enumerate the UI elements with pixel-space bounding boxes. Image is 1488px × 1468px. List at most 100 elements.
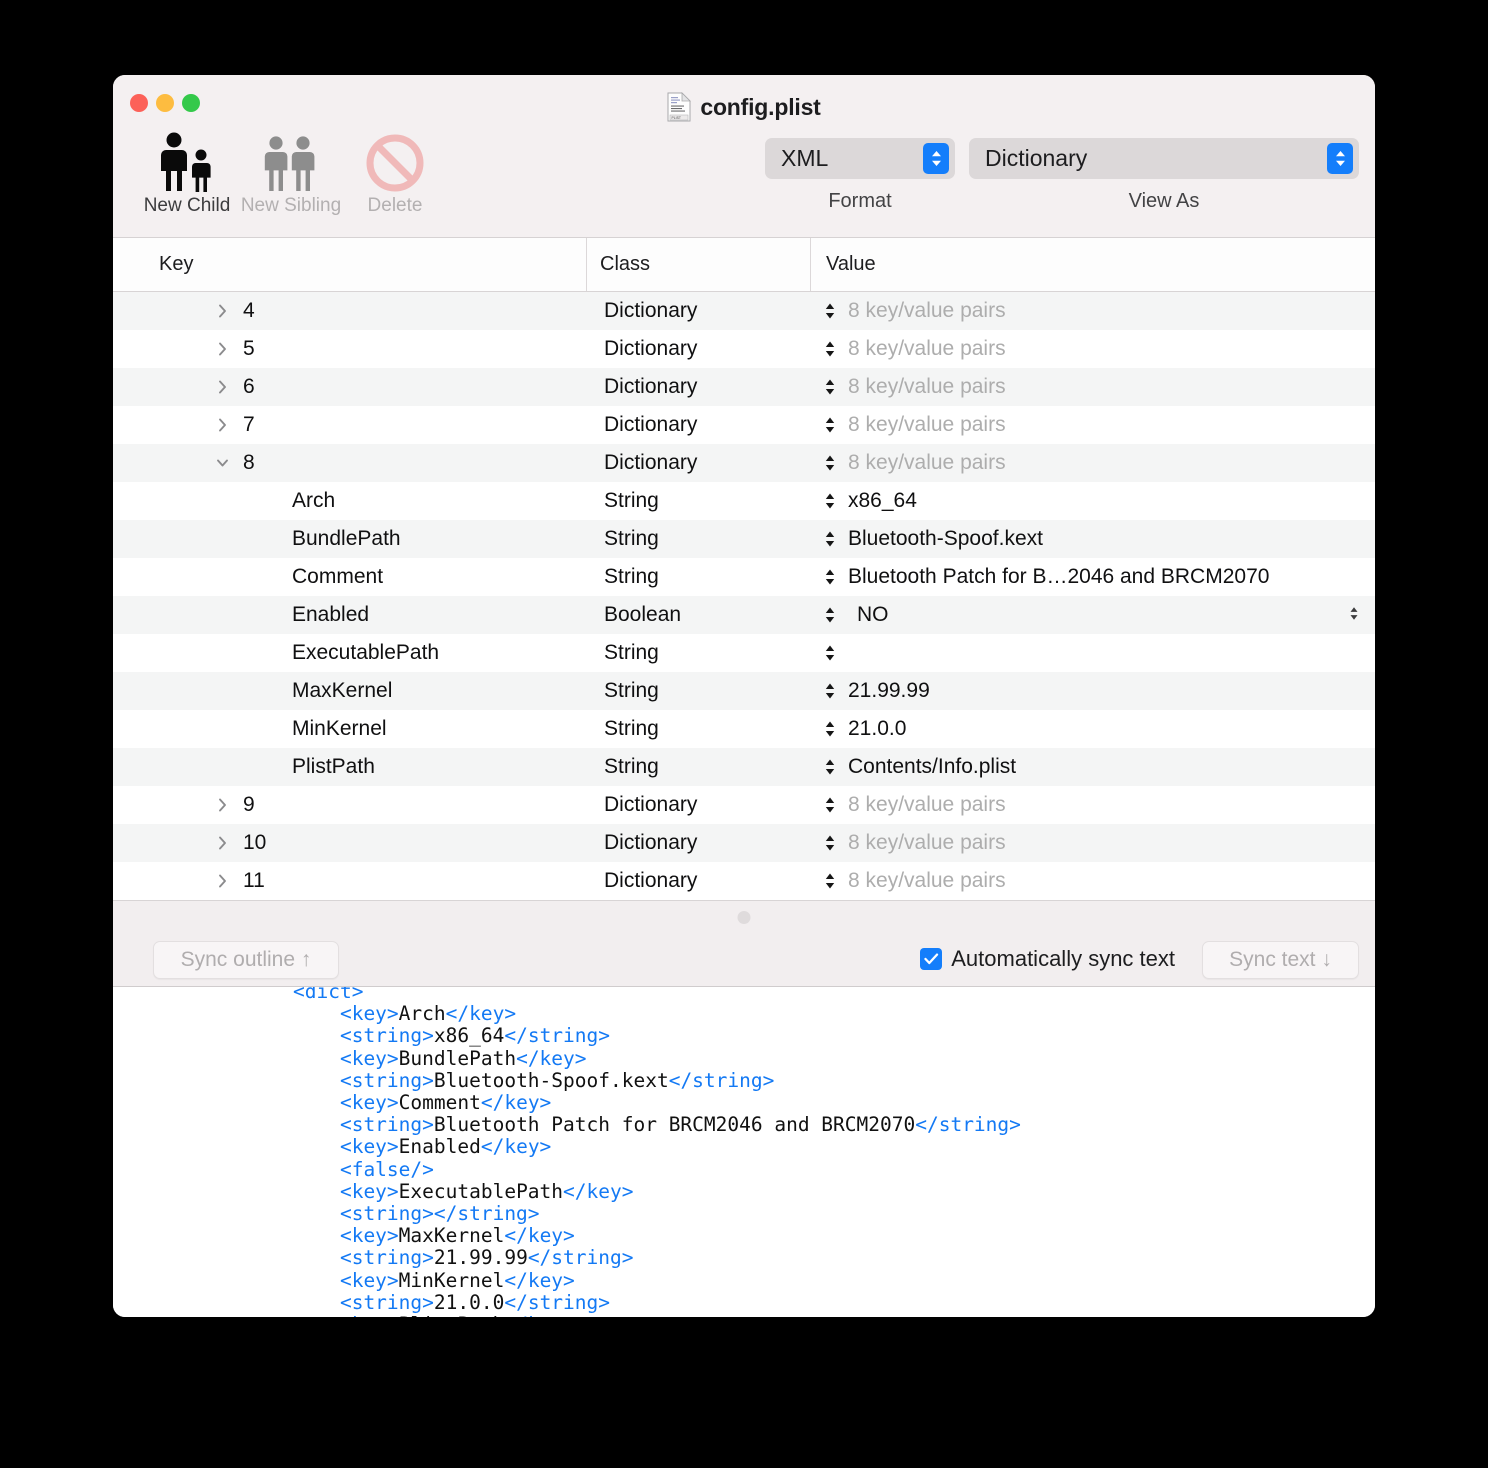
disclosure-chevron-right-icon[interactable] xyxy=(209,341,235,357)
table-row[interactable]: MaxKernel String 21.99.99 xyxy=(113,672,1375,710)
column-header-key[interactable]: Key xyxy=(113,238,586,291)
row-class-cell[interactable]: String xyxy=(586,717,810,741)
row-class-cell[interactable]: String xyxy=(586,527,810,551)
row-class-cell[interactable]: Dictionary xyxy=(586,413,810,437)
row-key-cell[interactable]: PlistPath xyxy=(113,755,586,779)
table-row[interactable]: Enabled Boolean NO xyxy=(113,596,1375,634)
close-button[interactable] xyxy=(130,94,148,112)
table-row[interactable]: Arch String x86_64 xyxy=(113,482,1375,520)
value-chevron-updown-icon[interactable] xyxy=(819,606,841,624)
disclosure-chevron-right-icon[interactable] xyxy=(209,303,235,319)
row-class-cell[interactable]: Dictionary xyxy=(586,337,810,361)
minimize-button[interactable] xyxy=(156,94,174,112)
value-chevron-updown-icon[interactable] xyxy=(819,644,841,662)
value-chevron-updown-icon[interactable] xyxy=(819,302,841,320)
table-row[interactable]: 9 Dictionary 8 key/value pairs xyxy=(113,786,1375,824)
row-value-cell[interactable]: 8 key/value pairs xyxy=(810,451,1375,475)
column-header-value[interactable]: Value xyxy=(810,238,1375,291)
table-row[interactable]: PlistPath String Contents/Info.plist xyxy=(113,748,1375,786)
row-class-cell[interactable]: Dictionary xyxy=(586,299,810,323)
table-row[interactable]: MinKernel String 21.0.0 xyxy=(113,710,1375,748)
row-key-cell[interactable]: 7 xyxy=(113,413,586,437)
row-class-cell[interactable]: String xyxy=(586,489,810,513)
value-chevron-updown-icon[interactable] xyxy=(819,796,841,814)
view-as-popup-button[interactable]: Dictionary xyxy=(969,138,1359,179)
row-key-cell[interactable]: Arch xyxy=(113,489,586,513)
row-value-cell[interactable]: 8 key/value pairs xyxy=(810,413,1375,437)
value-chevron-updown-icon[interactable] xyxy=(819,834,841,852)
row-class-cell[interactable]: String xyxy=(586,679,810,703)
format-chevron-updown-icon[interactable] xyxy=(923,143,949,174)
row-value-cell[interactable]: 21.0.0 xyxy=(810,717,1375,741)
row-value-cell[interactable]: 8 key/value pairs xyxy=(810,299,1375,323)
row-value-cell[interactable]: Bluetooth Patch for B…2046 and BRCM2070 xyxy=(810,565,1375,589)
row-key-cell[interactable]: 11 xyxy=(113,869,586,893)
table-row[interactable]: 4 Dictionary 8 key/value pairs xyxy=(113,292,1375,330)
value-chevron-updown-icon[interactable] xyxy=(819,682,841,700)
table-row[interactable]: BundlePath String Bluetooth-Spoof.kext xyxy=(113,520,1375,558)
table-row[interactable]: 5 Dictionary 8 key/value pairs xyxy=(113,330,1375,368)
row-key-cell[interactable]: 10 xyxy=(113,831,586,855)
disclosure-chevron-right-icon[interactable] xyxy=(209,873,235,889)
row-value-cell[interactable]: 8 key/value pairs xyxy=(810,869,1375,893)
row-class-cell[interactable]: Dictionary xyxy=(586,793,810,817)
split-view-resize-handle[interactable] xyxy=(737,911,751,924)
row-value-cell[interactable]: 8 key/value pairs xyxy=(810,831,1375,855)
value-chevron-updown-icon[interactable] xyxy=(819,340,841,358)
row-class-cell[interactable]: String xyxy=(586,641,810,665)
zoom-button[interactable] xyxy=(182,94,200,112)
new-child-button[interactable]: New Child xyxy=(135,130,239,217)
value-chevron-updown-icon[interactable] xyxy=(819,530,841,548)
sync-outline-button[interactable]: Sync outline ↑ xyxy=(153,941,339,979)
delete-button[interactable]: Delete xyxy=(343,130,447,217)
sync-text-button[interactable]: Sync text ↓ xyxy=(1202,941,1359,979)
boolean-popup-chevron-updown-icon[interactable] xyxy=(1349,603,1359,627)
table-row[interactable]: ExecutablePath String xyxy=(113,634,1375,672)
row-key-cell[interactable]: 5 xyxy=(113,337,586,361)
format-popup-button[interactable]: XML xyxy=(765,138,955,179)
row-value-cell[interactable]: Contents/Info.plist xyxy=(810,755,1375,779)
value-chevron-updown-icon[interactable] xyxy=(819,378,841,396)
row-key-cell[interactable]: 8 xyxy=(113,451,586,475)
value-chevron-updown-icon[interactable] xyxy=(819,492,841,510)
value-chevron-updown-icon[interactable] xyxy=(819,568,841,586)
row-key-cell[interactable]: 6 xyxy=(113,375,586,399)
row-class-cell[interactable]: Dictionary xyxy=(586,375,810,399)
table-row[interactable]: 8 Dictionary 8 key/value pairs xyxy=(113,444,1375,482)
row-key-cell[interactable]: 4 xyxy=(113,299,586,323)
disclosure-chevron-right-icon[interactable] xyxy=(209,797,235,813)
value-chevron-updown-icon[interactable] xyxy=(819,454,841,472)
row-key-cell[interactable]: MaxKernel xyxy=(113,679,586,703)
row-class-cell[interactable]: String xyxy=(586,755,810,779)
row-value-cell[interactable]: 21.99.99 xyxy=(810,679,1375,703)
value-chevron-updown-icon[interactable] xyxy=(819,872,841,890)
automatically-sync-text-checkbox[interactable]: Automatically sync text xyxy=(920,946,1175,972)
row-class-cell[interactable]: Dictionary xyxy=(586,869,810,893)
value-chevron-updown-icon[interactable] xyxy=(819,720,841,738)
row-class-cell[interactable]: Dictionary xyxy=(586,831,810,855)
table-row[interactable]: 7 Dictionary 8 key/value pairs xyxy=(113,406,1375,444)
disclosure-chevron-right-icon[interactable] xyxy=(209,835,235,851)
row-value-cell[interactable]: 8 key/value pairs xyxy=(810,337,1375,361)
column-header-class[interactable]: Class xyxy=(586,238,810,291)
value-chevron-updown-icon[interactable] xyxy=(819,416,841,434)
row-key-cell[interactable]: 9 xyxy=(113,793,586,817)
row-key-cell[interactable]: Comment xyxy=(113,565,586,589)
row-value-cell[interactable]: 8 key/value pairs xyxy=(810,793,1375,817)
new-sibling-button[interactable]: New Sibling xyxy=(239,130,343,217)
row-value-cell[interactable]: x86_64 xyxy=(810,489,1375,513)
row-value-cell[interactable]: 8 key/value pairs xyxy=(810,375,1375,399)
row-key-cell[interactable]: BundlePath xyxy=(113,527,586,551)
row-class-cell[interactable]: Boolean xyxy=(586,603,810,627)
table-row[interactable]: 10 Dictionary 8 key/value pairs xyxy=(113,824,1375,862)
row-class-cell[interactable]: String xyxy=(586,565,810,589)
row-class-cell[interactable]: Dictionary xyxy=(586,451,810,475)
row-key-cell[interactable]: MinKernel xyxy=(113,717,586,741)
table-row[interactable]: 11 Dictionary 8 key/value pairs xyxy=(113,862,1375,900)
row-value-cell[interactable]: NO xyxy=(810,603,1375,627)
value-chevron-updown-icon[interactable] xyxy=(819,758,841,776)
row-key-cell[interactable]: ExecutablePath xyxy=(113,641,586,665)
xml-source-editor[interactable]: <dict> <key>Arch</key> <string>x86_64</s… xyxy=(113,987,1375,1317)
table-row[interactable]: Comment String Bluetooth Patch for B…2046 … xyxy=(113,558,1375,596)
view-as-chevron-updown-icon[interactable] xyxy=(1327,143,1353,174)
